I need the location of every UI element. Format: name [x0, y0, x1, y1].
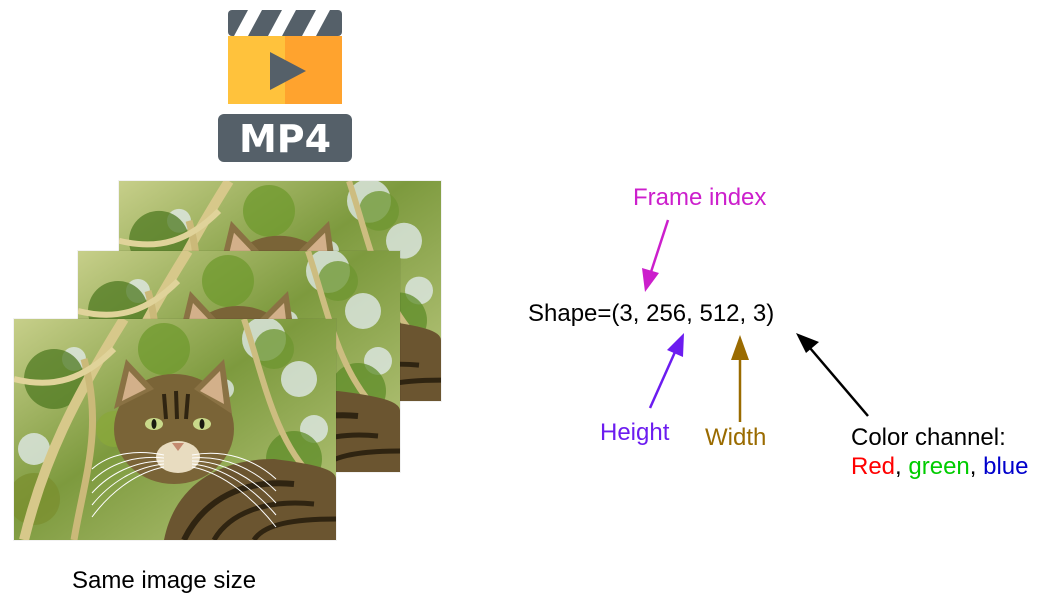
- color-channel-label: Color channel:: [851, 424, 1006, 451]
- mp4-video-icon: MP4: [218, 10, 352, 162]
- mp4-badge-text: MP4: [239, 117, 331, 161]
- height-arrow: [648, 333, 684, 409]
- channel-green: green: [908, 453, 970, 480]
- color-channel-arrow: [796, 333, 869, 417]
- channel-separator: ,: [969, 453, 984, 480]
- color-channel-list: Red, green, blue: [851, 455, 1028, 479]
- video-frame-1: [14, 319, 336, 540]
- frame-index-arrow: [642, 219, 670, 292]
- channel-separator: ,: [895, 453, 909, 480]
- cat-photo: [14, 319, 336, 540]
- width-label: Width: [705, 424, 767, 451]
- frames-caption: Same image size: [72, 567, 257, 594]
- shape-text: Shape=(3, 256, 512, 3): [528, 300, 775, 327]
- height-label: Height: [600, 419, 670, 446]
- frame-index-label: Frame index: [633, 184, 767, 211]
- channel-blue: blue: [983, 453, 1029, 480]
- channel-red: Red: [851, 453, 896, 480]
- width-arrow: [731, 335, 749, 422]
